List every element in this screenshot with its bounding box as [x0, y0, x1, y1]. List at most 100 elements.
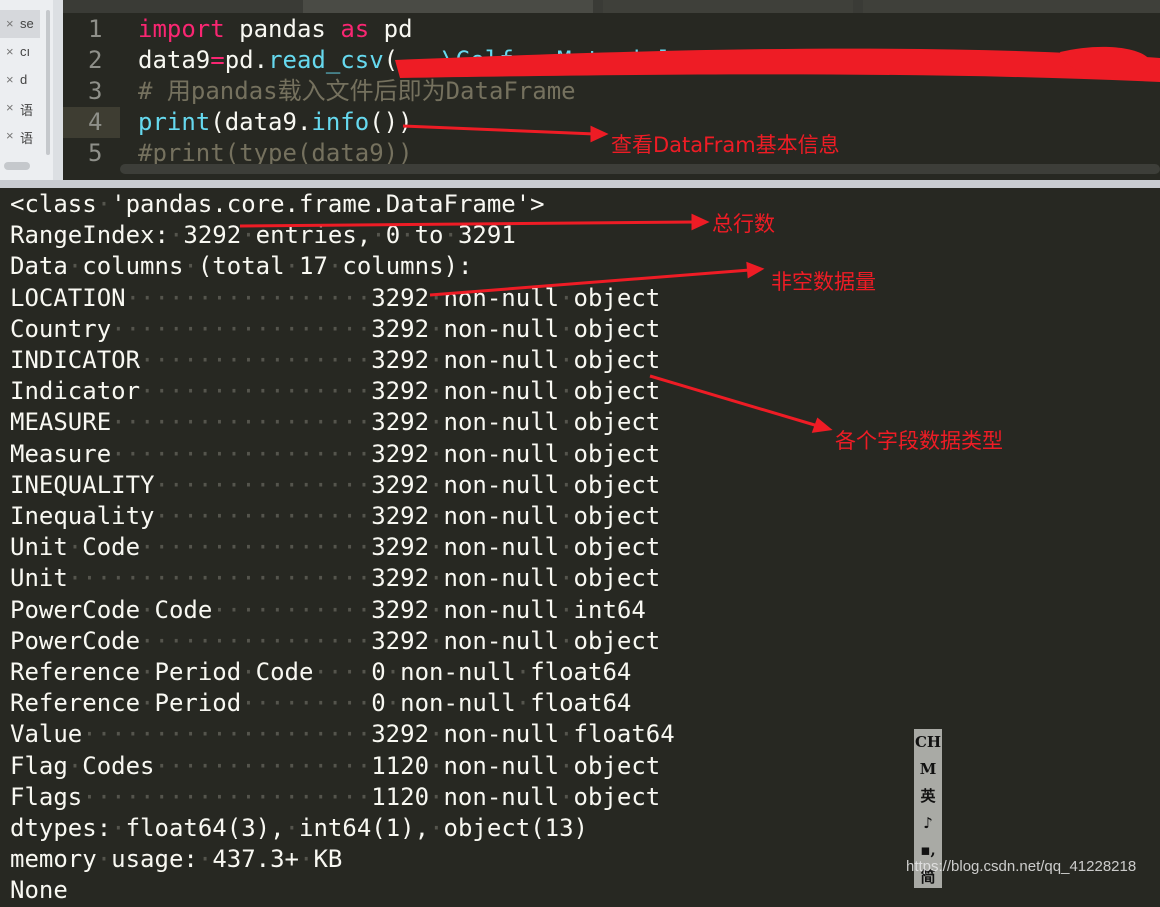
code-token: # 用pandas载入文件后即为DataFrame — [138, 77, 576, 105]
column-dtype: object — [573, 439, 661, 468]
close-icon[interactable]: × — [6, 44, 14, 59]
editor-tab[interactable] — [303, 0, 593, 13]
column-info-row: Flag·Codes···············1120·non-null·o… — [10, 751, 661, 780]
column-padding: ···················· — [82, 782, 372, 811]
editor-horizontal-scrollbar[interactable] — [120, 164, 1160, 174]
code-token: = — [210, 46, 225, 74]
line-number: 3 — [88, 77, 103, 105]
column-padding: ················ — [140, 533, 372, 562]
output-line: None — [10, 876, 68, 905]
close-icon[interactable]: × — [6, 72, 14, 87]
code-token: info — [311, 108, 370, 136]
annotation-non-null: 非空数据量 — [771, 270, 876, 294]
column-padding: ··············· — [154, 751, 372, 780]
sidebar-vertical-scrollbar[interactable] — [46, 10, 50, 155]
column-name: LOCATION — [10, 283, 126, 312]
column-dtype: object — [573, 346, 661, 374]
close-icon[interactable]: × — [6, 100, 14, 115]
ime-button[interactable]: M — [914, 756, 942, 783]
console-output: <class·'pandas.core.frame.DataFrame'> Ran… — [0, 188, 1160, 904]
sidebar-horizontal-scrollbar[interactable] — [4, 162, 30, 170]
code-line[interactable]: print(data9.info()) — [138, 107, 413, 138]
column-info-row: Value····················3292·non-null·f… — [10, 720, 675, 749]
non-null-count: 3292 — [371, 283, 430, 312]
code-token: ...\Golf...Materials\technologyhe... — [398, 46, 919, 74]
non-null-count: 3292 — [371, 470, 430, 499]
column-padding: ················ — [140, 626, 372, 655]
column-info-row: MEASURE··················3292·non-null·o… — [10, 408, 661, 437]
column-dtype: object — [573, 314, 661, 343]
column-dtype: float64 — [530, 689, 632, 718]
column-info-row: Measure··················3292·non-null·o… — [10, 439, 661, 468]
ime-button[interactable]: ♪ — [914, 810, 942, 837]
non-null-count: 3292 — [371, 314, 430, 343]
non-null-count: 3292 — [371, 626, 430, 655]
code-token: print — [138, 108, 211, 136]
column-info-row: Country··················3292·non-null·o… — [10, 314, 661, 343]
open-file-item[interactable]: × se — [0, 10, 40, 38]
column-info-row: LOCATION·················3292·non-null·o… — [10, 283, 661, 312]
column-padding: ················ — [140, 377, 372, 406]
ime-button[interactable]: CH — [914, 729, 942, 756]
ime-button[interactable]: 英 — [914, 783, 942, 810]
code-line[interactable]: data9=pd.read_csv(...\Golf...Materials\t… — [138, 45, 918, 76]
output-line: Data·columns·(total·17·columns): — [10, 252, 473, 281]
non-null-count: 3292 — [371, 595, 430, 624]
watermark: https://blog.csdn.net/qq_41228218 — [906, 858, 1137, 875]
non-null-count: 3292 — [371, 564, 430, 593]
column-dtype: object — [573, 533, 661, 562]
column-name: Value — [10, 720, 83, 749]
code-token: (data9. — [210, 108, 312, 136]
code-token: data9 — [138, 46, 211, 74]
line-number: 2 — [88, 46, 103, 74]
open-file-label: cı — [20, 44, 31, 59]
column-padding: ··············· — [154, 502, 372, 530]
column-padding: ················ — [140, 346, 372, 374]
open-file-label: d — [20, 72, 28, 87]
column-name: MEASURE — [10, 408, 112, 437]
column-dtype: int64 — [573, 595, 646, 624]
non-null-count: 1120 — [371, 782, 430, 811]
code-token: ( — [383, 46, 399, 74]
output-line: memory·usage:·437.3+·KB — [10, 845, 343, 874]
code-token: as — [340, 15, 370, 43]
editor-tab[interactable] — [863, 0, 1160, 13]
open-file-item[interactable]: × cı — [0, 38, 40, 66]
output-line: <class·'pandas.core.frame.DataFrame'> — [10, 190, 545, 218]
open-file-item[interactable]: × 语 — [0, 122, 40, 150]
column-info-row: Reference·Period·Code····0·non-null·floa… — [10, 658, 632, 686]
open-file-item[interactable]: × d — [0, 66, 40, 94]
column-padding: ····················· — [67, 564, 372, 593]
non-null-count: 3292 — [371, 377, 430, 406]
column-info-row: Reference·Period·········0·non-null·floa… — [10, 689, 632, 718]
code-line[interactable]: import pandas as pd — [138, 14, 413, 45]
code-line[interactable]: # 用pandas载入文件后即为DataFrame — [138, 76, 576, 107]
column-info-row: PowerCode·Code···········3292·non-null·i… — [10, 595, 646, 624]
non-null-count: 3292 — [371, 533, 430, 562]
open-file-item[interactable]: × 语 — [0, 94, 40, 122]
output-line: RangeIndex:·3292·entries,·0·to·3291 — [10, 221, 516, 250]
non-null-count: 3292 — [371, 720, 430, 749]
column-dtype: object — [573, 564, 661, 593]
column-padding: ················· — [125, 283, 372, 312]
close-icon[interactable]: × — [6, 128, 14, 143]
column-name: Unit — [10, 564, 68, 593]
column-info-row: Flags····················1120·non-null·o… — [10, 782, 661, 811]
column-padding: ········· — [241, 689, 372, 718]
column-dtype: float64 — [530, 658, 632, 686]
column-info-row: INEQUALITY···············3292·non-null·o… — [10, 470, 661, 499]
editor-tab[interactable] — [603, 0, 853, 13]
column-info-row: INDICATOR················3292·non-null·o… — [10, 346, 661, 374]
non-null-count: 3292 — [371, 408, 430, 437]
column-dtype: object — [573, 502, 661, 530]
non-null-count: 3292 — [371, 502, 430, 530]
non-null-count: 0 — [371, 689, 386, 718]
column-info-row: Inequality···············3292·non-null·o… — [10, 502, 661, 530]
code-token: pandas — [239, 15, 326, 43]
close-icon[interactable]: × — [6, 16, 14, 31]
code-token: #print(type(data9)) — [138, 139, 413, 167]
panel-divider[interactable] — [0, 180, 1160, 188]
column-padding: ··········· — [212, 595, 372, 624]
